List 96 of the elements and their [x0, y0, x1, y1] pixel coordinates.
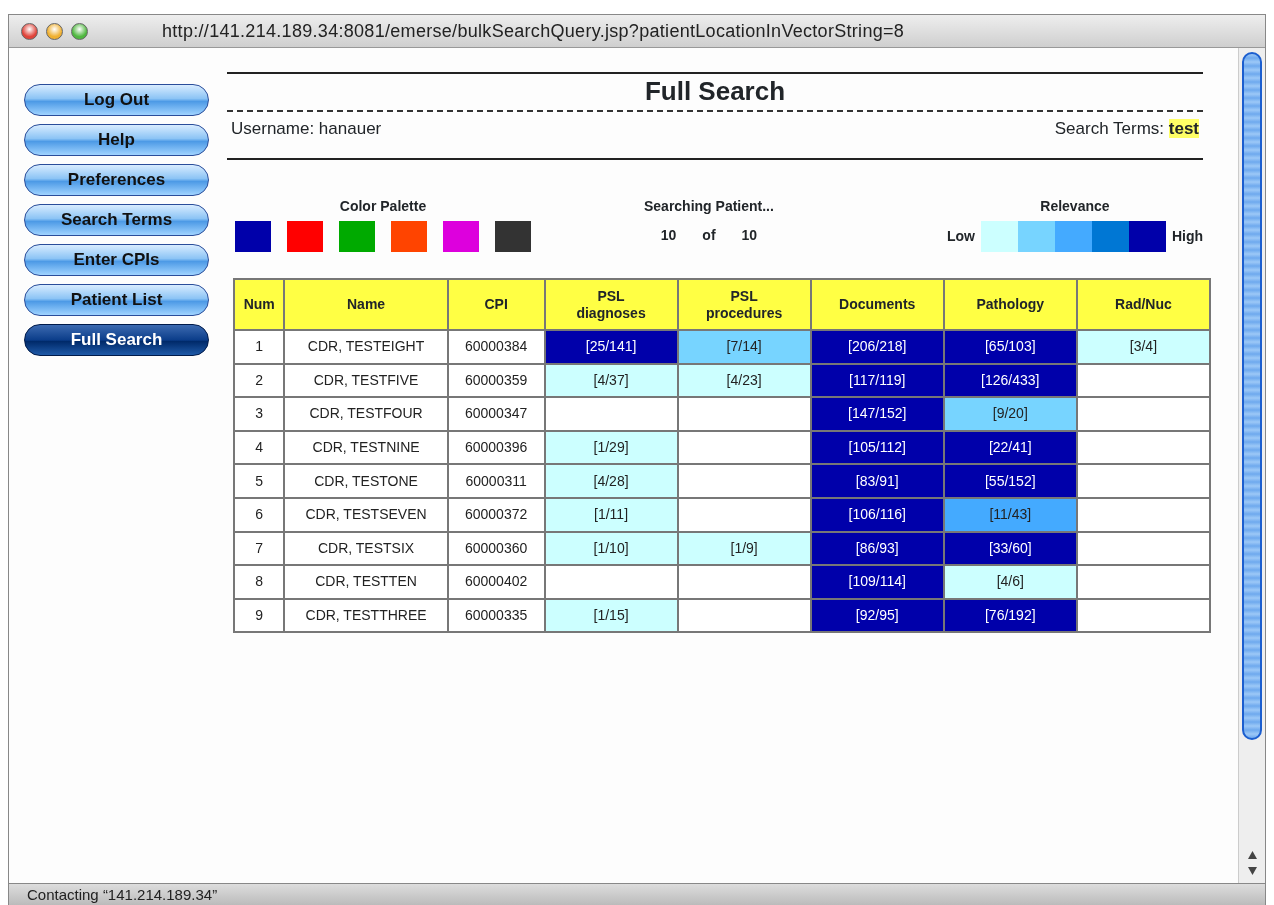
column-header: Pathology: [944, 280, 1076, 329]
sidebar-button[interactable]: Full Search: [24, 324, 209, 356]
color-swatch[interactable]: [495, 221, 531, 252]
sidebar-button[interactable]: Preferences: [24, 164, 209, 196]
search-terms-label: Search Terms: test: [1054, 118, 1199, 140]
table-cell: 4: [235, 431, 284, 464]
table-cell: 9: [235, 599, 284, 632]
patient-count: 10: [660, 226, 677, 245]
result-cell[interactable]: [92/95]: [811, 599, 943, 632]
table-cell: 6: [235, 498, 284, 531]
result-cell[interactable]: [4/28]: [545, 465, 677, 497]
table-cell: 60000360: [448, 532, 544, 565]
color-swatch[interactable]: [287, 221, 323, 252]
result-cell[interactable]: [106/116]: [811, 498, 943, 531]
table-cell: 60000347: [448, 398, 544, 430]
result-cell[interactable]: [55/152]: [944, 465, 1076, 497]
column-header: Name: [285, 280, 447, 329]
zoom-button[interactable]: [71, 22, 88, 40]
scrollbar[interactable]: [1238, 48, 1265, 883]
table-cell: 60000359: [448, 364, 544, 397]
result-cell[interactable]: [105/112]: [811, 431, 943, 464]
table-cell: 5: [235, 465, 284, 497]
result-cell[interactable]: [83/91]: [811, 465, 943, 497]
sidebar-button[interactable]: Help: [24, 124, 209, 156]
result-cell[interactable]: [147/152]: [811, 398, 943, 430]
table-cell: 3: [235, 398, 284, 430]
table-cell: CDR, TESTONE: [285, 465, 447, 497]
table-cell: CDR, TESTEIGHT: [285, 331, 447, 363]
table-cell: CDR, TESTNINE: [285, 431, 447, 464]
result-cell[interactable]: [65/103]: [944, 331, 1076, 363]
color-swatch[interactable]: [391, 221, 427, 252]
sidebar-button[interactable]: Search Terms: [24, 204, 209, 236]
column-header: PSL procedures: [678, 280, 810, 329]
table-cell: CDR, TESTTEN: [285, 566, 447, 598]
column-header: Documents: [811, 280, 943, 329]
result-cell[interactable]: [11/43]: [944, 498, 1076, 531]
result-cell[interactable]: [117/119]: [811, 364, 943, 397]
username-label: Username: hanauer: [231, 118, 382, 140]
color-swatch[interactable]: [339, 221, 375, 252]
color-swatch[interactable]: [443, 221, 479, 252]
table-cell: CDR, TESTSIX: [285, 532, 447, 565]
low-label: Low: [946, 227, 975, 246]
result-cell[interactable]: [4/6]: [944, 566, 1076, 598]
table-cell: CDR, TESTSEVEN: [285, 498, 447, 531]
table-cell: 60000311: [448, 465, 544, 497]
table-cell: 60000396: [448, 431, 544, 464]
result-cell[interactable]: [33/60]: [944, 532, 1076, 565]
table-cell: CDR, TESTFIVE: [285, 364, 447, 397]
color-swatch[interactable]: [235, 221, 271, 252]
result-cell[interactable]: [9/20]: [944, 398, 1076, 430]
table-cell: 7: [235, 532, 284, 565]
sidebar-button[interactable]: Patient List: [24, 284, 209, 316]
progress-title: Searching Patient...: [643, 197, 774, 216]
result-cell[interactable]: [1/11]: [545, 498, 677, 531]
status-text: Contacting “141.214.189.34”: [9, 883, 1265, 905]
result-cell[interactable]: [1/10]: [545, 532, 677, 565]
table-cell: 8: [235, 566, 284, 598]
high-label: High: [1171, 227, 1203, 246]
result-cell[interactable]: [126/433]: [944, 364, 1076, 397]
sidebar-button[interactable]: Enter CPIs: [24, 244, 209, 276]
table-cell: CDR, TESTFOUR: [285, 398, 447, 430]
table-cell: 1: [235, 331, 284, 363]
result-cell[interactable]: [1/29]: [545, 431, 677, 464]
window-title: http://141.214.189.34:8081/emerse/bulkSearchQuery.jsp?patientLocationInVectorString=8: [162, 19, 905, 43]
result-cell[interactable]: [4/23]: [678, 364, 810, 397]
result-cell[interactable]: [109/114]: [811, 566, 943, 598]
column-header: CPI: [448, 280, 544, 329]
of-label: of: [702, 226, 716, 245]
result-cell[interactable]: [7/14]: [678, 331, 810, 363]
result-cell[interactable]: [3/4]: [1077, 331, 1209, 363]
page-title: Full Search: [227, 74, 1203, 112]
table-cell: 2: [235, 364, 284, 397]
result-cell[interactable]: [1/15]: [545, 599, 677, 632]
close-button[interactable]: [21, 22, 38, 40]
table-cell: CDR, TESTTHREE: [285, 599, 447, 632]
table-cell: 60000402: [448, 566, 544, 598]
table-cell: 60000335: [448, 599, 544, 632]
result-cell[interactable]: [25/141]: [545, 331, 677, 363]
result-cell[interactable]: [22/41]: [944, 431, 1076, 464]
result-cell[interactable]: [76/192]: [944, 599, 1076, 632]
result-cell[interactable]: [86/93]: [811, 532, 943, 565]
result-cell[interactable]: [4/37]: [545, 364, 677, 397]
column-header: Num: [235, 280, 284, 329]
scroll-up-arrow-icon[interactable]: [1247, 851, 1257, 859]
relevance-title: Relevance: [1039, 197, 1111, 216]
minimize-button[interactable]: [46, 22, 63, 40]
scroll-down-arrow-icon[interactable]: [1247, 867, 1257, 875]
palette-title: Color Palette: [338, 197, 428, 216]
table-cell: 60000372: [448, 498, 544, 531]
table-cell: 60000384: [448, 331, 544, 363]
column-header: Rad/Nuc: [1077, 280, 1209, 329]
patient-total: 10: [741, 226, 758, 245]
result-cell[interactable]: [206/218]: [811, 331, 943, 363]
column-header: PSL diagnoses: [545, 280, 677, 329]
sidebar-button[interactable]: Log Out: [24, 84, 209, 116]
result-cell[interactable]: [1/9]: [678, 532, 810, 565]
